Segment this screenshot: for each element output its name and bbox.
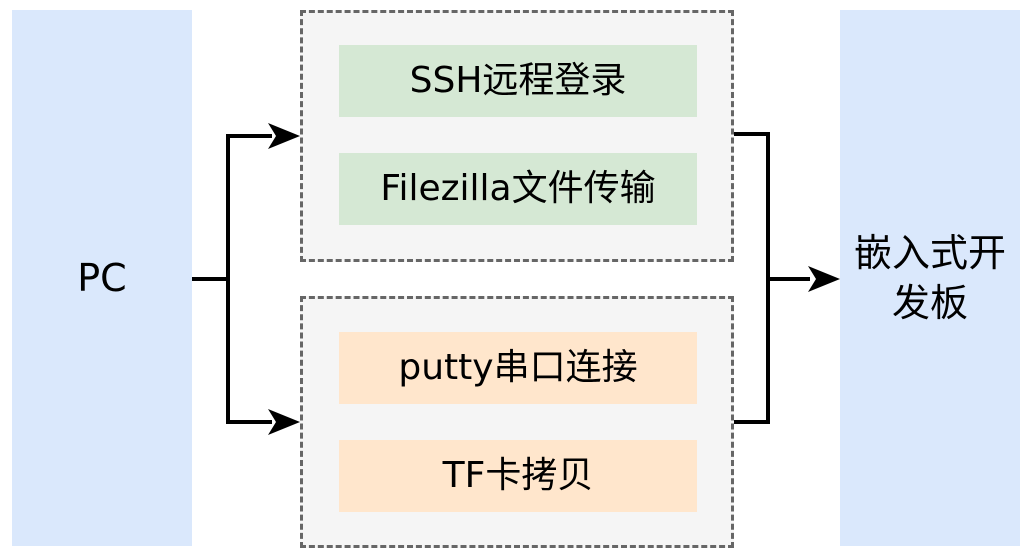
connector-lines	[192, 123, 840, 435]
local-arrow-head	[268, 409, 300, 435]
network-arrow-head	[268, 123, 300, 149]
local-to-merge-connector	[734, 279, 770, 424]
board-arrow-head	[808, 266, 840, 292]
network-to-merge-connector	[734, 132, 770, 279]
pc-to-local-connector	[226, 279, 272, 424]
pc-to-network-connector	[226, 134, 272, 279]
